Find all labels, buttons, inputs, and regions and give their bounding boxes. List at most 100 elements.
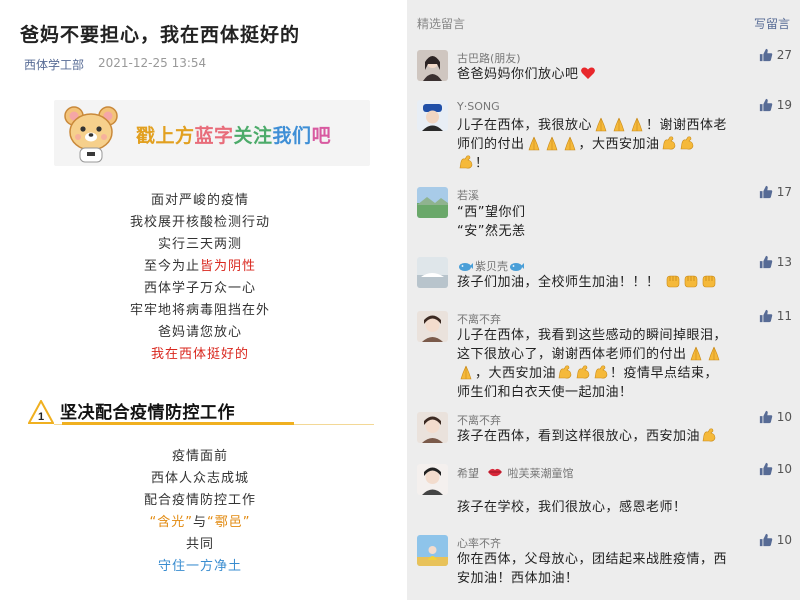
avatar[interactable] — [417, 311, 448, 342]
thumbs-up-icon — [759, 185, 772, 199]
comment-nickname[interactable]: 不离不弃 — [457, 311, 501, 327]
poem-highlight-hanguang: “含光” — [149, 515, 193, 530]
avatar[interactable] — [417, 187, 448, 218]
article-title: 爸妈不要担心，我在西体挺好的 — [20, 24, 301, 46]
number-badge-icon: 1 — [27, 398, 55, 424]
pray-hands-emoji-icon — [688, 345, 704, 361]
flex-arm-emoji-icon — [557, 364, 573, 380]
poem-line: 牢牢地将病毒阻挡在外 — [129, 303, 270, 318]
avatar[interactable] — [417, 412, 448, 443]
like-button[interactable]: 10 — [759, 533, 792, 547]
comment-text-segment: “安”然无恙 — [457, 224, 526, 239]
like-button[interactable]: 10 — [759, 462, 792, 476]
bear-mascot-icon — [60, 102, 122, 164]
comment-text-segment: 孩子们加油，全校师生加油！！！ — [457, 275, 660, 290]
like-button[interactable]: 17 — [759, 185, 792, 199]
flex-arm-emoji-icon — [458, 154, 474, 170]
poem-line-prefix: 至今为止 — [143, 259, 200, 274]
comment-item: Y·SONG 19 儿子在西体，我很放心 ！谢谢西体老 师们的付出 ，大西安加油 ！ — [407, 98, 800, 178]
comment-nickname[interactable]: 不离不弃 — [457, 412, 501, 428]
comment-text: 爸爸妈妈你们放心吧 — [457, 65, 793, 84]
avatar[interactable] — [417, 535, 448, 566]
comment-item: 古巴路(朋友) 27 爸爸妈妈你们放心吧 — [407, 48, 800, 100]
poem-highlight-line: 我在西体挺好的 — [150, 347, 249, 362]
avatar[interactable] — [417, 257, 448, 288]
section-heading: 1 坚决配合疫情防控工作 — [27, 398, 378, 426]
comments-panel: 精选留言 写留言 古巴路(朋友) 27 爸爸妈妈你们放心吧 Y·SONG 19 … — [407, 0, 800, 600]
thumbs-up-icon — [759, 48, 772, 62]
thumbs-up-icon — [759, 255, 772, 269]
thumbs-up-icon — [759, 410, 772, 424]
like-count: 17 — [776, 185, 792, 199]
write-comment-button[interactable]: 写留言 — [754, 15, 790, 32]
comment-nickname[interactable]: 古巴路(朋友) — [457, 50, 521, 66]
like-button[interactable]: 27 — [759, 48, 792, 62]
comment-nickname[interactable]: 希望 啦芙莱潮童馆 — [457, 464, 574, 481]
like-count: 19 — [776, 98, 792, 112]
banner-text-1: 戳上方 — [136, 125, 195, 147]
like-count: 11 — [776, 309, 792, 323]
avatar[interactable] — [417, 464, 448, 495]
flex-arm-emoji-icon — [661, 135, 677, 151]
poem-line: 面对严峻的疫情 — [150, 193, 249, 208]
comment-nickname-text: 希望 — [457, 467, 479, 480]
comment-nickname-text: 紫贝壳 — [475, 260, 508, 273]
comment-text-segment: 儿子在西体，我很放心 — [457, 118, 593, 133]
pray-hands-emoji-icon — [562, 135, 578, 151]
poem-highlight-huyi: “鄠邑” — [207, 515, 251, 530]
comment-text-segment: 师们的付出 — [457, 137, 525, 152]
like-button[interactable]: 19 — [759, 98, 792, 112]
thumbs-up-icon — [759, 309, 772, 323]
like-count: 10 — [776, 533, 792, 547]
comment-text-segment: ，大西安加油 — [475, 366, 557, 381]
like-count: 13 — [776, 255, 792, 269]
comment-nickname[interactable]: 紫贝壳 — [457, 257, 526, 274]
comment-nickname-text: 啦芙莱潮童馆 — [507, 467, 574, 480]
comment-text-segment: 爸爸妈妈你们放心吧 — [457, 67, 579, 82]
avatar[interactable] — [417, 100, 448, 131]
like-button[interactable]: 10 — [759, 410, 792, 424]
like-count: 10 — [776, 410, 792, 424]
author-link[interactable]: 西体学工部 — [24, 56, 84, 73]
comment-text: 你在西体，父母放心，团结起来战胜疫情，西 安加油！西体加油！ — [457, 550, 793, 588]
poem-line: 实行三天两测 — [157, 237, 242, 252]
comment-text: “西”望你们 “安”然无恙 — [457, 203, 793, 241]
avatar[interactable] — [417, 50, 448, 81]
comment-text-segment: ！ — [475, 156, 489, 171]
poem-line: 西体学子万众一心 — [143, 281, 256, 296]
thumbs-up-icon — [759, 462, 772, 476]
comment-text: 孩子们加油，全校师生加油！！！ — [457, 273, 793, 292]
follow-banner[interactable]: 戳上方蓝字关注我们吧 — [54, 100, 370, 166]
fist-emoji-icon — [701, 273, 717, 289]
comment-text-segment: 孩子在西体，看到这样很放心，西安加油 — [457, 429, 701, 444]
poem-line: 共同 — [185, 537, 214, 552]
like-count: 10 — [776, 462, 792, 476]
section-title: 坚决配合疫情防控工作 — [60, 403, 235, 423]
section-underline — [62, 422, 294, 425]
comment-text: 儿子在西体，我看到这些感动的瞬间掉眼泪， 这下很放心了，谢谢西体老师们的付出 ，大西… — [457, 326, 793, 402]
comment-item: 心率不齐 10 你在西体，父母放心，团结起来战胜疫情，西 安加油！西体加油！ — [407, 533, 800, 595]
poem-highlight-negative: 皆为阴性 — [200, 259, 257, 274]
like-button[interactable]: 13 — [759, 255, 792, 269]
pray-hands-emoji-icon — [526, 135, 542, 151]
pray-hands-emoji-icon — [611, 116, 627, 132]
thumbs-up-icon — [759, 98, 772, 112]
heart-emoji-icon — [580, 65, 596, 81]
comment-text-segment: 这下很放心了，谢谢西体老师们的付出 — [457, 347, 687, 362]
comment-nickname[interactable]: 心率不齐 — [457, 535, 501, 551]
comment-item: 若溪 17 “西”望你们 “安”然无恙 — [407, 185, 800, 249]
poem-line: “含光”与“鄠邑” — [0, 512, 400, 534]
flex-arm-emoji-icon — [701, 427, 717, 443]
comment-text: 儿子在西体，我很放心 ！谢谢西体老 师们的付出 ，大西安加油 ！ — [457, 116, 793, 173]
comment-item: 紫贝壳 13 孩子们加油，全校师生加油！！！ — [407, 255, 800, 305]
publish-date: 2021-12-25 13:54 — [98, 56, 207, 70]
flex-arm-emoji-icon — [679, 135, 695, 151]
comments-header: 精选留言 写留言 — [407, 0, 800, 44]
comment-nickname[interactable]: 若溪 — [457, 187, 479, 203]
pray-hands-emoji-icon — [706, 345, 722, 361]
comment-nickname[interactable]: Y·SONG — [457, 100, 500, 113]
whale-emoji-icon — [458, 257, 474, 273]
like-button[interactable]: 11 — [759, 309, 792, 323]
comment-text-segment: 安加油！西体加油！ — [457, 571, 579, 586]
comment-text-segment: ，大西安加油 — [578, 137, 660, 152]
